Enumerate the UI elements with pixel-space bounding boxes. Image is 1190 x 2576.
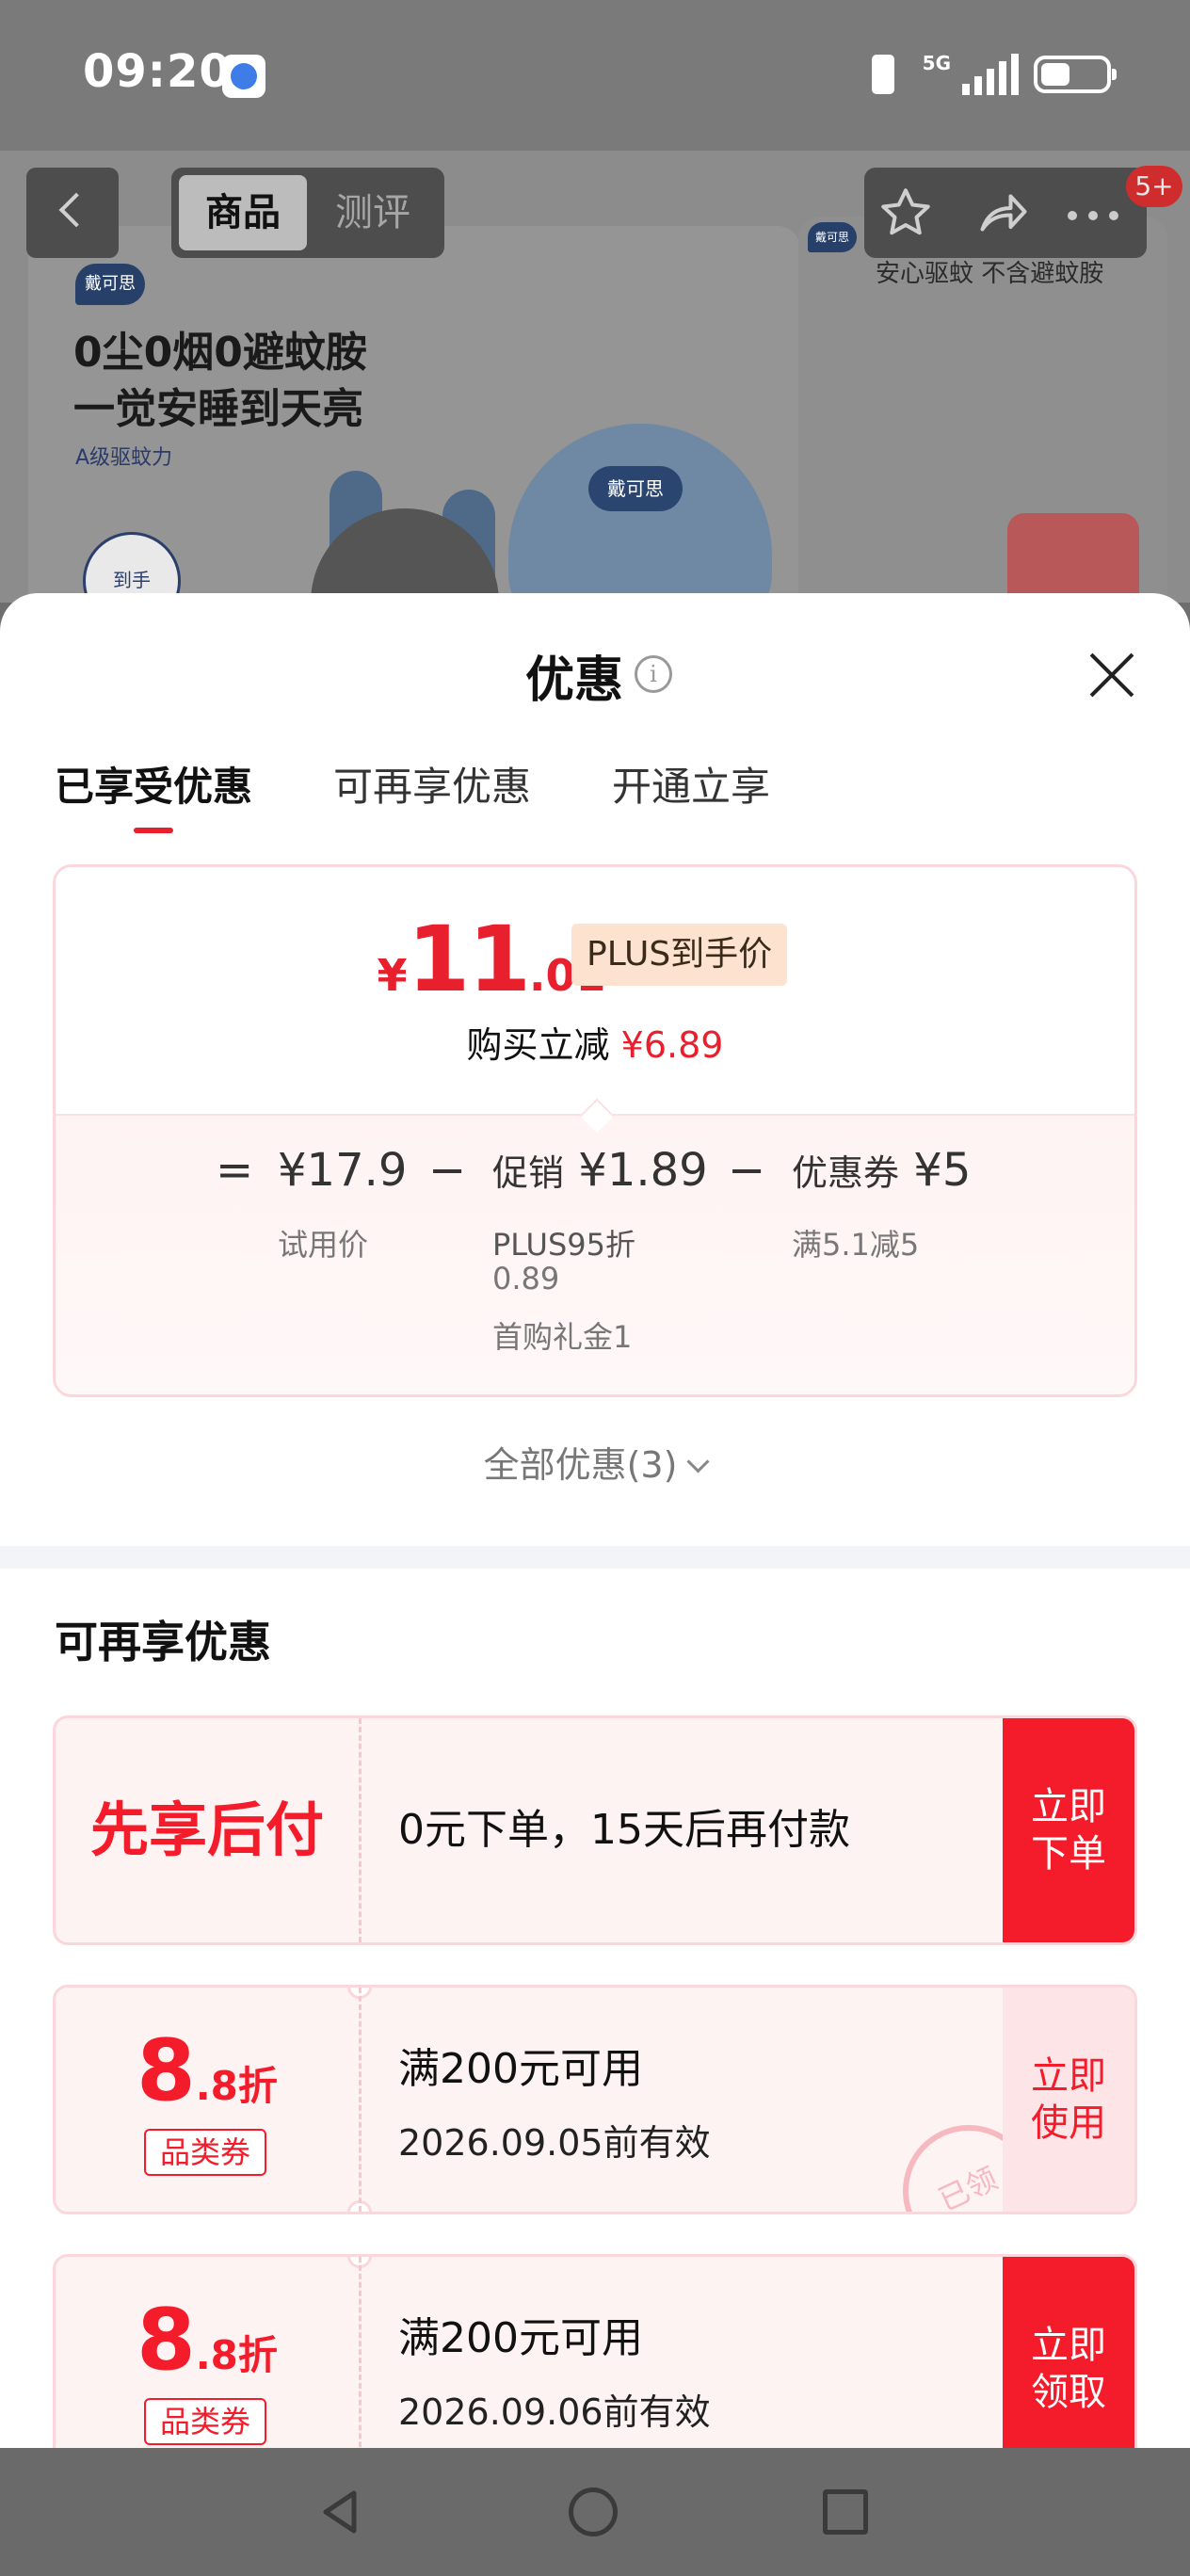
discount-amount: ¥6.89 bbox=[620, 1024, 724, 1066]
coupon-body: 0元下单，15天后再付款 bbox=[398, 1718, 850, 1942]
info-icon[interactable]: i bbox=[635, 655, 672, 693]
minus-sign: − bbox=[428, 1144, 467, 1197]
product-headline-line1: 0尘0烟0避蚊胺 bbox=[73, 329, 367, 377]
coupon-label: 优惠券 bbox=[792, 1152, 900, 1194]
price-breakdown-card: ¥11.01 PLUS到手价 购买立减 ¥6.89 = ¥17.9 − 促销 ¥… bbox=[53, 864, 1137, 1397]
discount-small: .8折 bbox=[195, 2063, 278, 2109]
promo-amount: ¥1.89 bbox=[578, 1144, 708, 1197]
price-integer: 11 bbox=[407, 907, 531, 1012]
coupon-separator bbox=[359, 2257, 362, 2448]
tab-activate-offers[interactable]: 开通立享 bbox=[612, 755, 770, 828]
coupon-condition: 满5.1减5 bbox=[792, 1227, 920, 1263]
device-brand-tag: 戴可思 bbox=[588, 466, 683, 511]
brand-logo: 戴可思 bbox=[75, 264, 145, 305]
trial-price: ¥17.9 bbox=[278, 1144, 408, 1197]
section-title: 可再享优惠 bbox=[55, 1617, 271, 1667]
discount-small: .8折 bbox=[195, 2332, 278, 2378]
brand-logo-small: 戴可思 bbox=[808, 222, 857, 252]
coupon-amount: ¥5 bbox=[913, 1144, 972, 1197]
all-offers-label: 全部优惠(3) bbox=[483, 1444, 678, 1486]
order-now-button[interactable]: 立即下单 bbox=[1003, 1718, 1134, 1942]
coupon-separator bbox=[359, 1988, 362, 2212]
discount-big: 8 bbox=[137, 2021, 196, 2120]
pay-later-title: 先享后付 bbox=[89, 1795, 324, 1864]
claim-now-button[interactable]: 立即领取 bbox=[1003, 2257, 1134, 2448]
price-formula: = ¥17.9 − 促销 ¥1.89 − 优惠券 ¥5 试用价 PLUS95折 … bbox=[56, 1114, 1134, 1394]
sheet-title-text: 优惠 bbox=[524, 652, 623, 709]
price-currency: ¥ bbox=[377, 950, 408, 1001]
promo-sub-plus: PLUS95折 bbox=[492, 1227, 635, 1263]
discount-value: 8.8折 bbox=[56, 2291, 359, 2390]
tab-review[interactable]: 测评 bbox=[309, 175, 437, 250]
coupon-expiry: 2026.09.06前有效 bbox=[398, 2391, 711, 2433]
floating-widget[interactable] bbox=[1007, 513, 1139, 603]
status-icons: 5G bbox=[859, 52, 1117, 96]
battery-icon bbox=[1034, 56, 1117, 93]
minus-sign: − bbox=[728, 1144, 766, 1197]
formula-row: = ¥17.9 − 促销 ¥1.89 − 优惠券 ¥5 bbox=[56, 1144, 1134, 1200]
category-coupon-tag: 品类券 bbox=[144, 2129, 266, 2176]
system-recents-icon[interactable] bbox=[823, 2489, 868, 2535]
section-divider bbox=[0, 1546, 1190, 1569]
discount-big: 8 bbox=[137, 2291, 196, 2390]
coupon-pay-later: 先享后付 0元下单，15天后再付款 立即下单 bbox=[53, 1715, 1137, 1945]
star-icon[interactable] bbox=[877, 185, 934, 241]
promo-label: 促销 bbox=[492, 1152, 565, 1194]
chevron-down-icon bbox=[686, 1450, 710, 1473]
coupon-category-2: 8.8折 品类券 满200元可用 2026.09.06前有效 立即领取 bbox=[53, 2254, 1137, 2448]
equals-sign: = bbox=[216, 1144, 254, 1197]
message-count-badge: 5+ bbox=[1126, 166, 1182, 207]
coupon-category-1: 8.8折 品类券 满200元可用 2026.09.05前有效 已领 立即使用 bbox=[53, 1985, 1137, 2214]
coupon-separator bbox=[359, 1718, 362, 1942]
price-summary: ¥11.01 PLUS到手价 购买立减 ¥6.89 bbox=[56, 867, 1134, 1114]
product-right-caption: 安心驱蚊 不含避蚊胺 bbox=[876, 260, 1104, 288]
promo-sub-amount: 0.89 bbox=[492, 1261, 560, 1296]
product-page-backdrop: 戴可思 戴可思 0尘0烟0避蚊胺 一觉安睡到天亮 A级驱蚊力 安心驱蚊 不含避蚊… bbox=[0, 0, 1190, 603]
promo-badge-text: 到手 bbox=[113, 569, 151, 591]
product-headline-line2: 一觉安睡到天亮 bbox=[73, 385, 363, 433]
tab-product[interactable]: 商品 bbox=[179, 175, 307, 250]
system-back-icon[interactable] bbox=[316, 2487, 365, 2536]
sheet-title: 优惠 bbox=[0, 640, 1190, 711]
status-bar: 09:20 5G bbox=[0, 0, 1190, 151]
network-type: 5G bbox=[922, 52, 951, 74]
coupon-condition: 满200元可用 bbox=[398, 2314, 643, 2362]
vibrate-icon bbox=[859, 53, 908, 96]
pay-later-desc: 0元下单，15天后再付款 bbox=[398, 1806, 850, 1854]
discount-label: 购买立减 bbox=[466, 1024, 610, 1066]
promo-sub-gift: 首购礼金1 bbox=[492, 1319, 633, 1355]
use-now-label: 立即使用 bbox=[1031, 2054, 1106, 2145]
offers-sheet: 优惠 i 已享受优惠 可再享优惠 开通立享 ¥11.01 PLUS到手价 购买立… bbox=[0, 593, 1190, 2448]
tab-enjoyed-offers[interactable]: 已享受优惠 bbox=[55, 755, 252, 833]
tab-more-offers[interactable]: 可再享优惠 bbox=[333, 755, 531, 828]
product-headline: 0尘0烟0避蚊胺 一觉安睡到天亮 bbox=[73, 325, 367, 438]
status-time: 09:20 bbox=[83, 45, 232, 98]
claim-now-label: 立即领取 bbox=[1031, 2324, 1106, 2414]
system-nav-bar bbox=[0, 2448, 1190, 2576]
order-now-label: 立即下单 bbox=[1031, 1785, 1106, 1876]
offer-tabs: 已享受优惠 可再享优惠 开通立享 bbox=[55, 755, 770, 833]
discount-value: 8.8折 bbox=[56, 2021, 359, 2120]
product-subtitle: A级驱蚊力 bbox=[75, 446, 173, 470]
category-coupon-tag: 品类券 bbox=[144, 2398, 266, 2445]
plus-price-tag: PLUS到手价 bbox=[571, 924, 788, 986]
more-icon[interactable] bbox=[1068, 211, 1118, 220]
back-button[interactable] bbox=[26, 168, 119, 258]
top-actions bbox=[864, 168, 1147, 258]
signal-icon bbox=[962, 54, 1019, 95]
system-home-icon[interactable] bbox=[569, 2487, 618, 2536]
trial-price-label: 试用价 bbox=[278, 1227, 369, 1263]
discount-line: 购买立减 ¥6.89 bbox=[56, 1016, 1134, 1068]
close-icon[interactable] bbox=[1083, 646, 1141, 704]
product-tab-switch: 商品 测评 bbox=[171, 168, 444, 258]
coupon-condition: 满200元可用 bbox=[398, 2045, 643, 2093]
use-now-button[interactable]: 立即使用 bbox=[1003, 1988, 1134, 2212]
all-offers-toggle[interactable]: 全部优惠(3) bbox=[0, 1436, 1190, 1488]
app-notification-icon bbox=[222, 55, 265, 98]
share-icon[interactable] bbox=[975, 185, 1032, 241]
coupon-expiry: 2026.09.05前有效 bbox=[398, 2122, 711, 2164]
